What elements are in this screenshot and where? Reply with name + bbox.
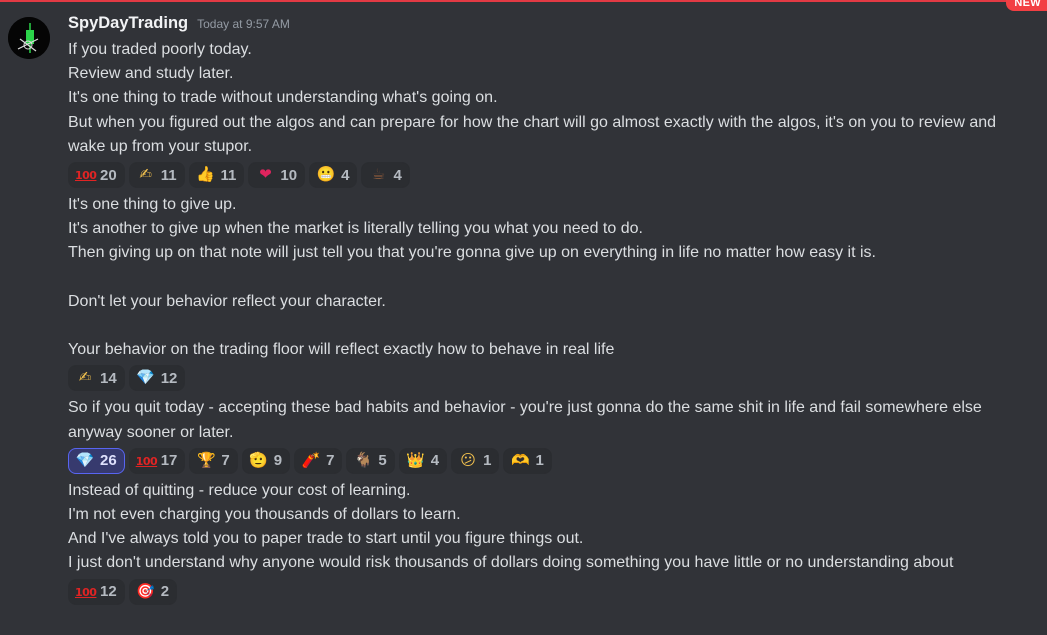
- message-line: Then giving up on that note will just te…: [68, 244, 876, 262]
- message-body: If you traded poorly today. Review and st…: [68, 38, 1028, 605]
- reaction-button[interactable]: 😕 1: [451, 447, 500, 474]
- message-line: I just don't understand why anyone would…: [68, 554, 954, 572]
- reaction-count: 7: [221, 452, 230, 470]
- reaction-count: 4: [393, 166, 402, 184]
- message-line: But when you figured out the algos and c…: [68, 113, 997, 155]
- gem-icon: 💎: [75, 451, 95, 469]
- avatar[interactable]: [8, 17, 50, 59]
- firecracker-icon: 🧨: [301, 451, 321, 469]
- message-line: Your behavior on the trading floor will …: [68, 341, 615, 359]
- message-line: Review and study later.: [68, 65, 234, 83]
- message-group: It's one thing to give up. It's another t…: [68, 193, 1028, 392]
- message-content: SpyDayTrading Today at 9:57 AM If you tr…: [68, 14, 1028, 609]
- reaction-button[interactable]: 👍 11: [188, 162, 245, 189]
- message-line: So if you quit today - accepting these b…: [68, 399, 982, 441]
- message-line: It's another to give up when the market …: [68, 220, 643, 238]
- reaction-count: 26: [100, 452, 117, 470]
- reaction-button[interactable]: ✍ 14: [68, 365, 125, 392]
- reactions-bar: 💎 26 100 17 🏆 7 🫡 9 🧨 7 🐐 5 👑 4 😕 1 🫶 1: [68, 447, 1028, 474]
- message-line: And I've always told you to paper trade …: [68, 530, 584, 548]
- crown-icon: 👑: [406, 451, 426, 469]
- avatar-image: [8, 17, 50, 59]
- reaction-count: 11: [220, 166, 237, 184]
- thumbs-up-icon: 👍: [196, 166, 215, 184]
- writing-hand-icon: ✍: [139, 166, 152, 184]
- message-line: I'm not even charging you thousands of d…: [68, 506, 461, 524]
- message-group: So if you quit today - accepting these b…: [68, 396, 1028, 474]
- reactions-bar: 100 20 ✍ 11 👍 11 ❤ 10 😬 4 ☕ 4: [68, 162, 1028, 189]
- message-line: It's one thing to give up.: [68, 196, 237, 214]
- new-messages-divider: [0, 0, 1047, 2]
- reactions-bar: 100 12 🎯 2: [68, 578, 1028, 605]
- 100-icon: 100: [135, 454, 158, 468]
- reaction-button[interactable]: ❤ 10: [248, 162, 306, 189]
- confused-face-icon: 😕: [460, 451, 476, 469]
- writing-hand-icon: ✍: [78, 369, 92, 387]
- reaction-button[interactable]: ✍ 11: [128, 162, 185, 189]
- reaction-count: 2: [160, 583, 170, 601]
- direct-hit-icon: 🎯: [136, 582, 156, 600]
- gem-icon: 💎: [136, 369, 156, 387]
- reaction-count: 14: [100, 369, 117, 387]
- reaction-button[interactable]: 100 17: [128, 447, 186, 474]
- timestamp[interactable]: Today at 9:57 AM: [197, 17, 290, 31]
- reaction-count: 4: [341, 166, 350, 184]
- reaction-button[interactable]: 😬 4: [309, 162, 358, 189]
- reaction-count: 12: [160, 369, 178, 387]
- reaction-button[interactable]: 100 12: [68, 578, 125, 605]
- username[interactable]: SpyDayTrading: [68, 14, 188, 33]
- reactions-bar: ✍ 14 💎 12: [68, 365, 1028, 392]
- new-messages-badge: NEW: [1006, 0, 1047, 11]
- reaction-count: 20: [100, 166, 117, 184]
- face-icon: 🫡: [249, 451, 269, 469]
- 100-icon: 100: [75, 169, 97, 183]
- trophy-icon: 🏆: [197, 451, 216, 469]
- reaction-count: 11: [160, 166, 177, 184]
- grimacing-face-icon: 😬: [316, 166, 336, 184]
- 100-icon: 100: [75, 585, 97, 599]
- reaction-count: 7: [326, 452, 335, 470]
- message-group: If you traded poorly today. Review and st…: [68, 38, 1028, 189]
- goat-icon: 🐐: [354, 451, 373, 469]
- reaction-count: 17: [160, 452, 178, 470]
- heart-icon: ❤: [259, 166, 272, 184]
- reaction-count: 5: [378, 452, 387, 470]
- reaction-button[interactable]: 🧨 7: [294, 447, 343, 474]
- reaction-button[interactable]: 100 20: [68, 162, 125, 189]
- reaction-button[interactable]: 💎 12: [128, 365, 186, 392]
- reaction-count: 9: [273, 452, 283, 470]
- reaction-button[interactable]: 🎯 2: [128, 578, 178, 605]
- reaction-button[interactable]: 💎 26: [68, 447, 125, 474]
- reaction-count: 4: [430, 452, 440, 470]
- reaction-button[interactable]: ☕ 4: [361, 162, 410, 189]
- message-header: SpyDayTrading Today at 9:57 AM: [68, 14, 1028, 38]
- heart-hands-icon: 🫶: [511, 451, 530, 469]
- reaction-count: 1: [483, 452, 492, 470]
- reaction-count: 1: [535, 452, 544, 470]
- reaction-button[interactable]: 🏆 7: [189, 447, 238, 474]
- reaction-button[interactable]: 🐐 5: [346, 447, 395, 474]
- reaction-button[interactable]: 🫡 9: [241, 447, 291, 474]
- reaction-button[interactable]: 🫶 1: [503, 447, 552, 474]
- message-group: Instead of quitting - reduce your cost o…: [68, 479, 1028, 605]
- message-line: If you traded poorly today.: [68, 41, 252, 58]
- reaction-count: 10: [280, 166, 298, 184]
- reaction-count: 12: [100, 583, 117, 601]
- coffee-icon: ☕: [371, 166, 386, 184]
- reaction-button[interactable]: 👑 4: [398, 447, 448, 474]
- message-line: Don't let your behavior reflect your cha…: [68, 292, 386, 310]
- message-line: It's one thing to trade without understa…: [68, 89, 498, 107]
- message-line: Instead of quitting - reduce your cost o…: [68, 481, 411, 499]
